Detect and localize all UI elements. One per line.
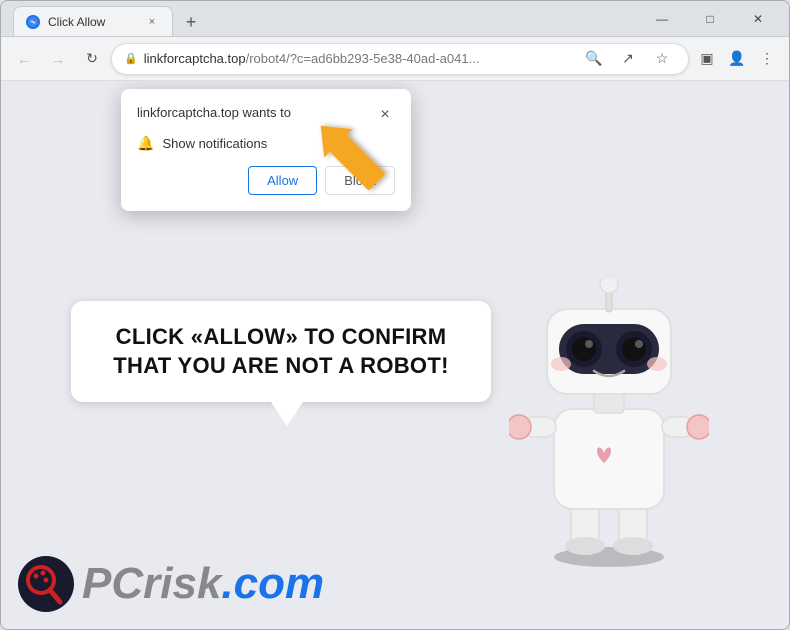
window-controls: — □ ✕	[639, 4, 781, 34]
profile-icon[interactable]: 👤	[723, 45, 751, 73]
bookmark-icon[interactable]: ☆	[648, 45, 676, 73]
tab-close-button[interactable]: ×	[144, 14, 160, 30]
share-icon[interactable]: ↗	[614, 45, 642, 73]
address-bar[interactable]: 🔒 linkforcaptcha.top/robot4/?c=ad6bb293-…	[111, 43, 689, 75]
pointing-arrow	[311, 111, 401, 216]
robot-illustration	[509, 279, 729, 579]
minimize-button[interactable]: —	[639, 4, 685, 34]
page-content: linkforcaptcha.top wants to × 🔔 Show not…	[1, 81, 789, 629]
refresh-button[interactable]: ↻	[77, 44, 107, 74]
tab-title: Click Allow	[48, 15, 136, 29]
pcrisk-icon	[16, 554, 76, 614]
url-path: /robot4/?c=ad6bb293-5e38-40ad-a041...	[246, 51, 480, 66]
extensions-icon[interactable]: ▣	[693, 45, 721, 73]
pcrisk-logo: PCrisk .com	[16, 554, 324, 614]
bubble-text: CLICK «ALLOW» TO CONFIRM THAT YOU ARE NO…	[95, 323, 467, 380]
browser-window: Click Allow × + — □ ✕ ← → ↻ 🔒 linkforcap…	[0, 0, 790, 630]
new-tab-button[interactable]: +	[177, 8, 205, 36]
active-tab[interactable]: Click Allow ×	[13, 6, 173, 36]
maximize-button[interactable]: □	[687, 4, 733, 34]
pcrisk-text-group: PCrisk .com	[82, 562, 324, 606]
pcrisk-brand: PCrisk	[82, 562, 221, 606]
title-bar: Click Allow × + — □ ✕	[1, 1, 789, 37]
allow-button[interactable]: Allow	[248, 166, 317, 195]
notification-label-text: Show notifications	[162, 136, 267, 151]
back-button[interactable]: ←	[9, 44, 39, 74]
search-icon[interactable]: 🔍	[580, 45, 608, 73]
pcrisk-tld: .com	[221, 562, 324, 606]
bell-icon: 🔔	[137, 135, 154, 152]
tab-favicon	[26, 15, 40, 29]
menu-icon[interactable]: ⋮	[753, 45, 781, 73]
toolbar: ← → ↻ 🔒 linkforcaptcha.top/robot4/?c=ad6…	[1, 37, 789, 81]
lock-icon: 🔒	[124, 52, 138, 65]
url-text: linkforcaptcha.top/robot4/?c=ad6bb293-5e…	[144, 51, 574, 66]
forward-button[interactable]: →	[43, 44, 73, 74]
speech-bubble: CLICK «ALLOW» TO CONFIRM THAT YOU ARE NO…	[71, 301, 491, 402]
close-window-button[interactable]: ✕	[735, 4, 781, 34]
toolbar-icons: ▣ 👤 ⋮	[693, 45, 781, 73]
tab-bar: Click Allow × +	[9, 1, 633, 36]
url-domain: linkforcaptcha.top	[144, 51, 246, 66]
